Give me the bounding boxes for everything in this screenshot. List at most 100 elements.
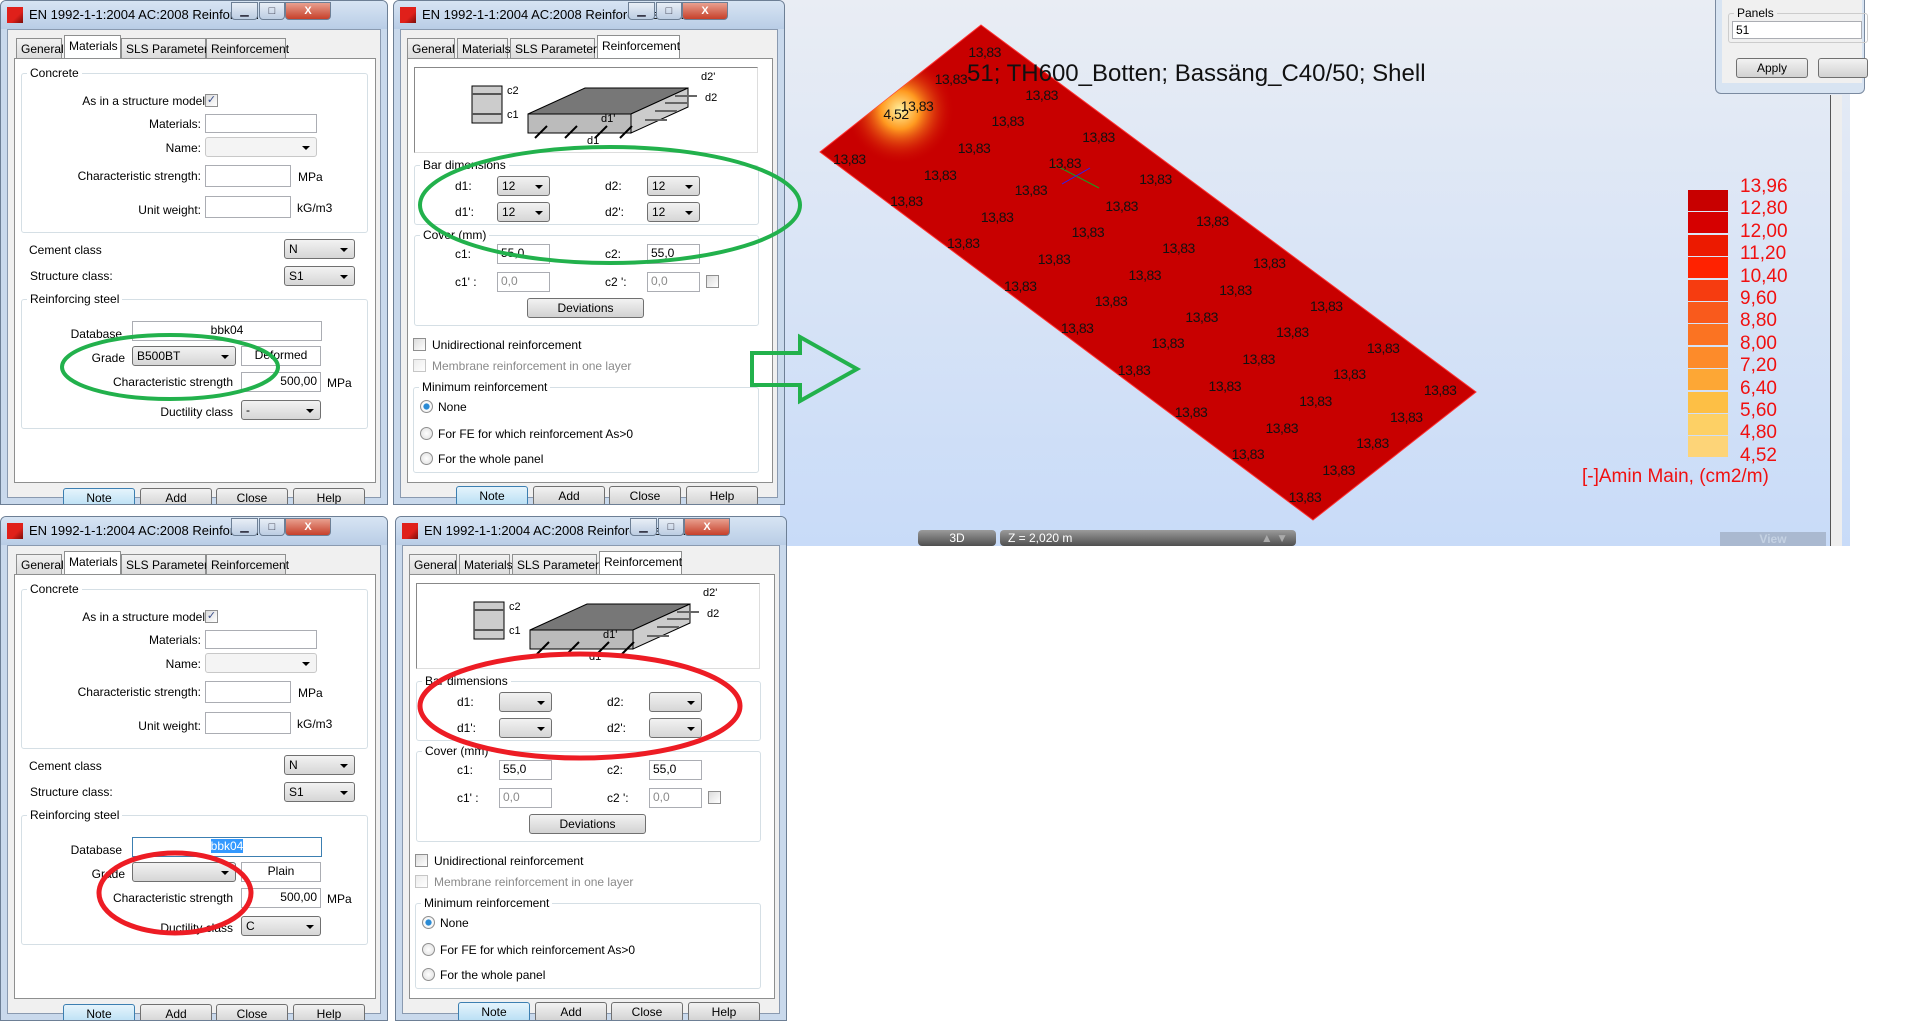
- tab-materials[interactable]: Materials: [64, 35, 121, 58]
- maximize-button[interactable]: □: [656, 2, 682, 20]
- tab-general[interactable]: General: [16, 38, 64, 58]
- view-mode-button[interactable]: 3D: [918, 530, 996, 546]
- d2-select[interactable]: 12: [647, 176, 700, 196]
- tab-reinforcement[interactable]: Reinforcement: [599, 551, 682, 574]
- minimize-button[interactable]: ▁: [231, 2, 258, 20]
- c1-input[interactable]: 55,0: [499, 760, 552, 780]
- help-button[interactable]: Help: [686, 486, 758, 504]
- unidirectional-checkbox[interactable]: [413, 338, 426, 351]
- radio-panel[interactable]: [420, 452, 433, 465]
- tab-sls-parameters[interactable]: SLS Parameters: [510, 38, 603, 58]
- ductility-class-select[interactable]: -: [241, 400, 321, 420]
- panels-input[interactable]: 51: [1732, 21, 1862, 39]
- tab-general[interactable]: General: [407, 38, 455, 58]
- c2-input[interactable]: 55,0: [647, 244, 700, 264]
- structure-class-select[interactable]: S1: [284, 782, 355, 802]
- steel-strength-input[interactable]: 500,00: [241, 888, 321, 908]
- note-button[interactable]: Note: [456, 486, 528, 504]
- close-button[interactable]: Close: [609, 486, 681, 504]
- help-button[interactable]: Help: [293, 488, 365, 504]
- grade-select[interactable]: [132, 862, 236, 882]
- d1-select[interactable]: 12: [497, 176, 550, 196]
- unit-weight-input[interactable]: [205, 712, 291, 734]
- d2-select[interactable]: [649, 692, 702, 712]
- grade-select[interactable]: B500BT: [132, 346, 236, 366]
- add-button[interactable]: Add: [140, 1004, 212, 1020]
- c2p-input[interactable]: 0,0: [649, 788, 702, 808]
- tab-sls-parameters[interactable]: SLS Parameters: [121, 554, 214, 574]
- name-select[interactable]: [205, 137, 317, 157]
- deviations-button[interactable]: Deviations: [529, 814, 646, 834]
- cement-class-select[interactable]: N: [284, 239, 355, 259]
- maximize-button[interactable]: □: [259, 2, 285, 20]
- deviations-button[interactable]: Deviations: [527, 298, 644, 318]
- minimize-button[interactable]: ▁: [630, 518, 657, 536]
- materials-input[interactable]: [205, 630, 317, 649]
- maximize-button[interactable]: □: [658, 518, 684, 536]
- close-window-button[interactable]: X: [684, 518, 730, 536]
- c1p-input[interactable]: 0,0: [499, 788, 552, 808]
- view-button[interactable]: View: [1720, 532, 1826, 546]
- maximize-button[interactable]: □: [259, 518, 285, 536]
- level-arrows-icon[interactable]: ▲ ▼: [1261, 530, 1288, 546]
- radio-none[interactable]: [422, 916, 435, 929]
- c2p-checkbox[interactable]: [706, 275, 719, 288]
- membrane-checkbox[interactable]: [415, 875, 428, 888]
- tab-general[interactable]: General: [409, 554, 457, 574]
- close-button[interactable]: Close: [216, 1004, 288, 1020]
- radio-fe[interactable]: [422, 943, 435, 956]
- membrane-checkbox[interactable]: [413, 359, 426, 372]
- unit-weight-input[interactable]: [205, 196, 291, 218]
- apply-button[interactable]: Apply: [1736, 58, 1808, 78]
- as-in-model-checkbox[interactable]: ✓: [205, 94, 218, 107]
- close-window-button[interactable]: X: [682, 2, 728, 20]
- concrete-strength-input[interactable]: [205, 681, 291, 703]
- tab-sls-parameters[interactable]: SLS Parameters: [512, 554, 605, 574]
- close-button[interactable]: Close: [216, 488, 288, 504]
- as-in-model-checkbox[interactable]: ✓: [205, 610, 218, 623]
- c2-input[interactable]: 55,0: [649, 760, 702, 780]
- d2p-select[interactable]: 12: [647, 202, 700, 222]
- viewport-scrollbar[interactable]: [1830, 95, 1842, 546]
- tab-sls-parameters[interactable]: SLS Parameters: [121, 38, 214, 58]
- cement-class-select[interactable]: N: [284, 755, 355, 775]
- c2p-checkbox[interactable]: [708, 791, 721, 804]
- tab-reinforcement[interactable]: Reinforcement: [597, 35, 680, 58]
- add-button[interactable]: Add: [535, 1002, 607, 1020]
- unidirectional-checkbox[interactable]: [415, 854, 428, 867]
- database-input[interactable]: bbk04: [132, 837, 322, 857]
- concrete-strength-input[interactable]: [205, 165, 291, 187]
- d1-select[interactable]: [499, 692, 552, 712]
- help-button[interactable]: Help: [293, 1004, 365, 1020]
- help-button[interactable]: Help: [688, 1002, 760, 1020]
- add-button[interactable]: Add: [140, 488, 212, 504]
- d1p-select[interactable]: [499, 718, 552, 738]
- close-window-button[interactable]: X: [285, 518, 331, 536]
- close-button[interactable]: Close: [611, 1002, 683, 1020]
- c1-input[interactable]: 55,0: [497, 244, 550, 264]
- minimize-button[interactable]: ▁: [231, 518, 258, 536]
- radio-none[interactable]: [420, 400, 433, 413]
- structure-class-select[interactable]: S1: [284, 266, 355, 286]
- c1p-input[interactable]: 0,0: [497, 272, 550, 292]
- tab-materials[interactable]: Materials: [457, 38, 511, 58]
- panels-second-button[interactable]: [1818, 58, 1868, 78]
- database-input[interactable]: bbk04: [132, 321, 322, 341]
- materials-input[interactable]: [205, 114, 317, 133]
- z-level-bar[interactable]: Z = 2,020 m ▲ ▼: [1000, 530, 1296, 546]
- note-button[interactable]: Note: [458, 1002, 530, 1020]
- radio-fe[interactable]: [420, 427, 433, 440]
- close-window-button[interactable]: X: [285, 2, 331, 20]
- ductility-class-select[interactable]: C: [241, 916, 321, 936]
- tab-reinforcement[interactable]: Reinforcement: [206, 554, 289, 574]
- tab-materials[interactable]: Materials: [64, 551, 121, 574]
- name-select[interactable]: [205, 653, 317, 673]
- c2p-input[interactable]: 0,0: [647, 272, 700, 292]
- note-button[interactable]: Note: [63, 1004, 135, 1020]
- d1p-select[interactable]: 12: [497, 202, 550, 222]
- d2p-select[interactable]: [649, 718, 702, 738]
- tab-general[interactable]: General: [16, 554, 64, 574]
- tab-reinforcement[interactable]: Reinforcement: [206, 38, 289, 58]
- steel-strength-input[interactable]: 500,00: [241, 372, 321, 392]
- radio-panel[interactable]: [422, 968, 435, 981]
